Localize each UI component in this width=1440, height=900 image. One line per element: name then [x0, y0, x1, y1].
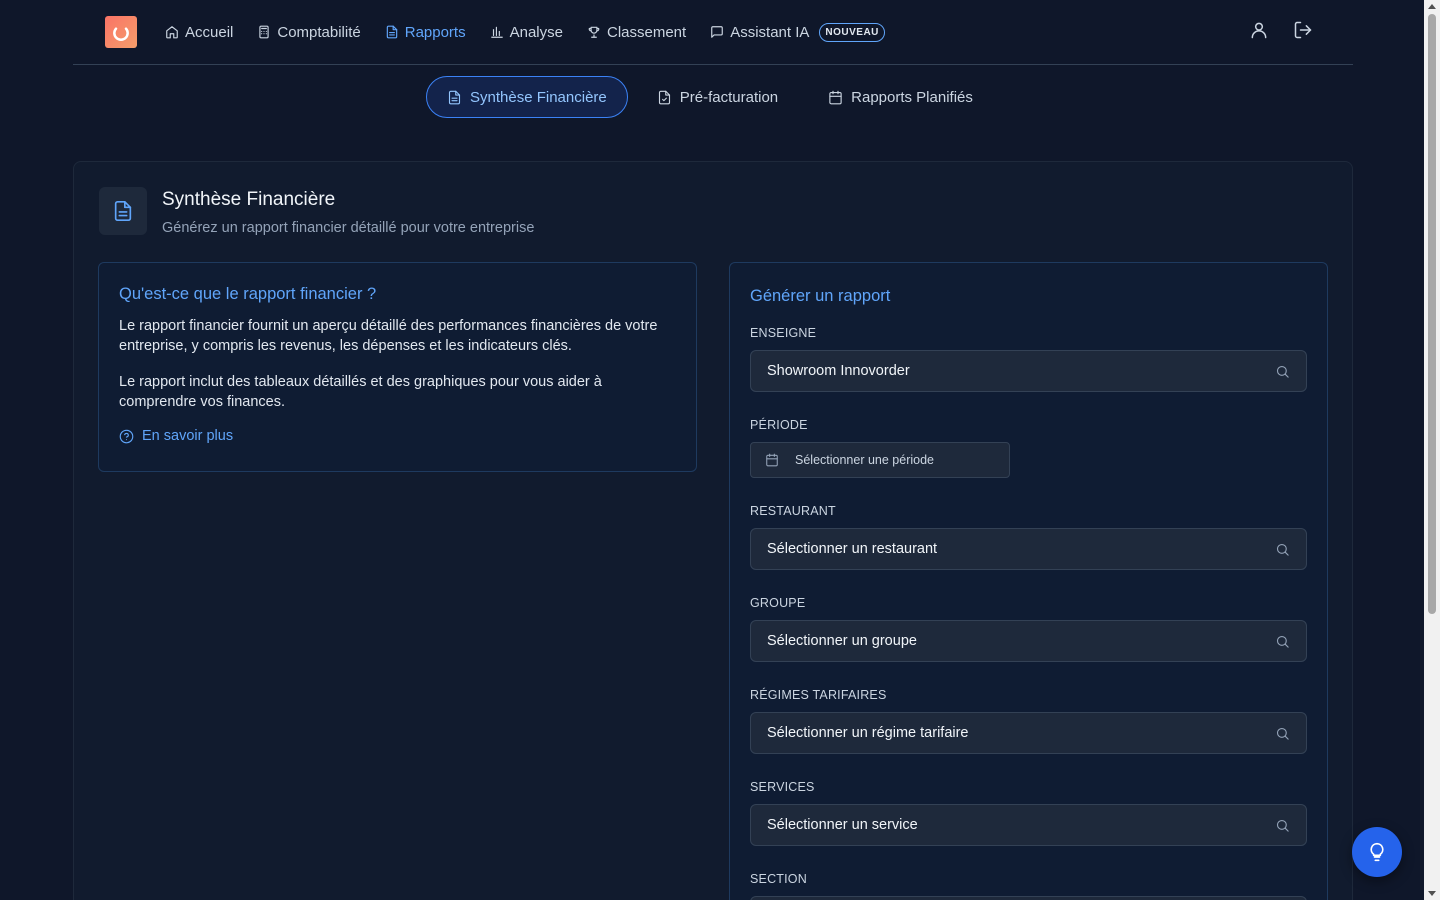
file-text-icon	[386, 25, 397, 39]
nav-item-label: Rapports	[404, 23, 466, 41]
page-scrollbar[interactable]	[1424, 0, 1440, 900]
nav-item-label: Classement	[606, 23, 687, 41]
periode-picker[interactable]: Sélectionner une période	[750, 442, 1010, 478]
regimes-label: RÉGIMES TARIFAIRES	[750, 688, 887, 702]
trophy-icon	[588, 26, 600, 38]
logout-icon[interactable]	[1293, 20, 1313, 40]
info-title: Qu'est-ce que le rapport financier ?	[119, 285, 377, 303]
calendar-icon	[766, 453, 778, 467]
regimes-placeholder: Sélectionner un régime tarifaire	[767, 725, 969, 741]
enseigne-label: ENSEIGNE	[750, 326, 817, 340]
report-header-icon	[99, 187, 147, 235]
lightbulb-icon	[1370, 842, 1384, 862]
groupe-label: GROUPE	[750, 596, 806, 610]
search-icon	[1276, 635, 1289, 648]
search-icon	[1276, 819, 1289, 832]
file-text-icon	[114, 201, 132, 221]
app-logo[interactable]	[105, 16, 137, 48]
file-text-icon	[448, 90, 461, 104]
nav-item-label: Analyse	[509, 23, 563, 41]
services-label: SERVICES	[750, 780, 815, 794]
tips-fab-button[interactable]	[1352, 827, 1402, 877]
tab-label: Synthèse Financière	[470, 88, 607, 106]
info-panel: Qu'est-ce que le rapport financier ? Le …	[98, 262, 697, 472]
calendar-icon	[829, 90, 842, 104]
new-badge: NOUVEAU	[819, 22, 885, 42]
enseigne-select[interactable]: Showroom Innovorder	[750, 350, 1307, 392]
info-paragraph-2: Le rapport inclut des tableaux détaillés…	[119, 374, 602, 410]
nav-item-accueil[interactable]: Accueil	[165, 24, 233, 41]
logo-icon	[113, 27, 129, 41]
learn-more-label: En savoir plus	[142, 428, 234, 444]
restaurant-label: RESTAURANT	[750, 504, 836, 518]
scroll-thumb[interactable]	[1428, 14, 1436, 614]
nav-item-assistant-ia[interactable]: Assistant IA NOUVEAU	[710, 22, 885, 42]
info-paragraph-1: Le rapport financier fournit un aperçu d…	[119, 318, 658, 354]
user-icon[interactable]	[1249, 20, 1269, 40]
help-circle-icon	[119, 429, 134, 443]
report-tabs: Synthèse Financière Pré-facturation Rapp…	[426, 76, 994, 118]
tab-label: Rapports Planifiés	[851, 88, 973, 106]
calculator-icon	[259, 25, 270, 39]
nav-item-classement[interactable]: Classement	[587, 24, 686, 41]
enseigne-value: Showroom Innovorder	[767, 363, 910, 379]
search-icon	[1276, 727, 1289, 740]
scroll-down-arrow[interactable]	[1428, 891, 1436, 896]
groupe-placeholder: Sélectionner un groupe	[767, 633, 917, 649]
tab-pre-facturation[interactable]: Pré-facturation	[636, 76, 799, 118]
nav-item-rapports[interactable]: Rapports	[385, 24, 466, 41]
nav-item-comptabilite[interactable]: Comptabilité	[257, 23, 361, 41]
nav-item-label: Comptabilité	[277, 23, 361, 41]
regimes-select[interactable]: Sélectionner un régime tarifaire	[750, 712, 1307, 754]
search-icon	[1276, 365, 1289, 378]
home-icon	[166, 26, 178, 39]
tab-label: Pré-facturation	[679, 88, 779, 106]
section-label: SECTION	[750, 872, 807, 886]
report-card: Synthèse Financière Générez un rapport f…	[73, 161, 1353, 900]
nav-item-label: Assistant IA	[730, 23, 810, 41]
groupe-select[interactable]: Sélectionner un groupe	[750, 620, 1307, 662]
periode-label: PÉRIODE	[750, 418, 808, 432]
nav-menu: Accueil Comptabilité Rapports Analyse Cl…	[165, 0, 885, 64]
tab-rapports-planifies[interactable]: Rapports Planifiés	[807, 76, 994, 118]
file-check-icon	[658, 90, 670, 104]
tab-synthese-financiere[interactable]: Synthèse Financière	[426, 76, 628, 118]
section-select[interactable]	[750, 896, 1307, 900]
restaurant-select[interactable]: Sélectionner un restaurant	[750, 528, 1307, 570]
search-icon	[1276, 543, 1289, 556]
nav-item-analyse[interactable]: Analyse	[490, 24, 563, 41]
page-subtitle: Générez un rapport financier détaillé po…	[162, 220, 535, 236]
services-placeholder: Sélectionner un service	[767, 817, 918, 833]
scroll-up-arrow[interactable]	[1428, 4, 1436, 9]
page-title: Synthèse Financière	[162, 189, 336, 210]
restaurant-placeholder: Sélectionner un restaurant	[767, 541, 938, 557]
nav-actions	[1249, 20, 1313, 40]
services-select[interactable]: Sélectionner un service	[750, 804, 1307, 846]
bar-chart-icon	[490, 26, 503, 38]
nav-item-label: Accueil	[185, 23, 234, 41]
form-title: Générer un rapport	[750, 287, 891, 305]
learn-more-link[interactable]: En savoir plus	[119, 428, 676, 444]
periode-placeholder: Sélectionner une période	[795, 453, 934, 467]
top-navbar: Accueil Comptabilité Rapports Analyse Cl…	[73, 0, 1353, 65]
report-form: Générer un rapport ENSEIGNE Showroom Inn…	[729, 262, 1328, 900]
message-icon	[711, 26, 724, 38]
